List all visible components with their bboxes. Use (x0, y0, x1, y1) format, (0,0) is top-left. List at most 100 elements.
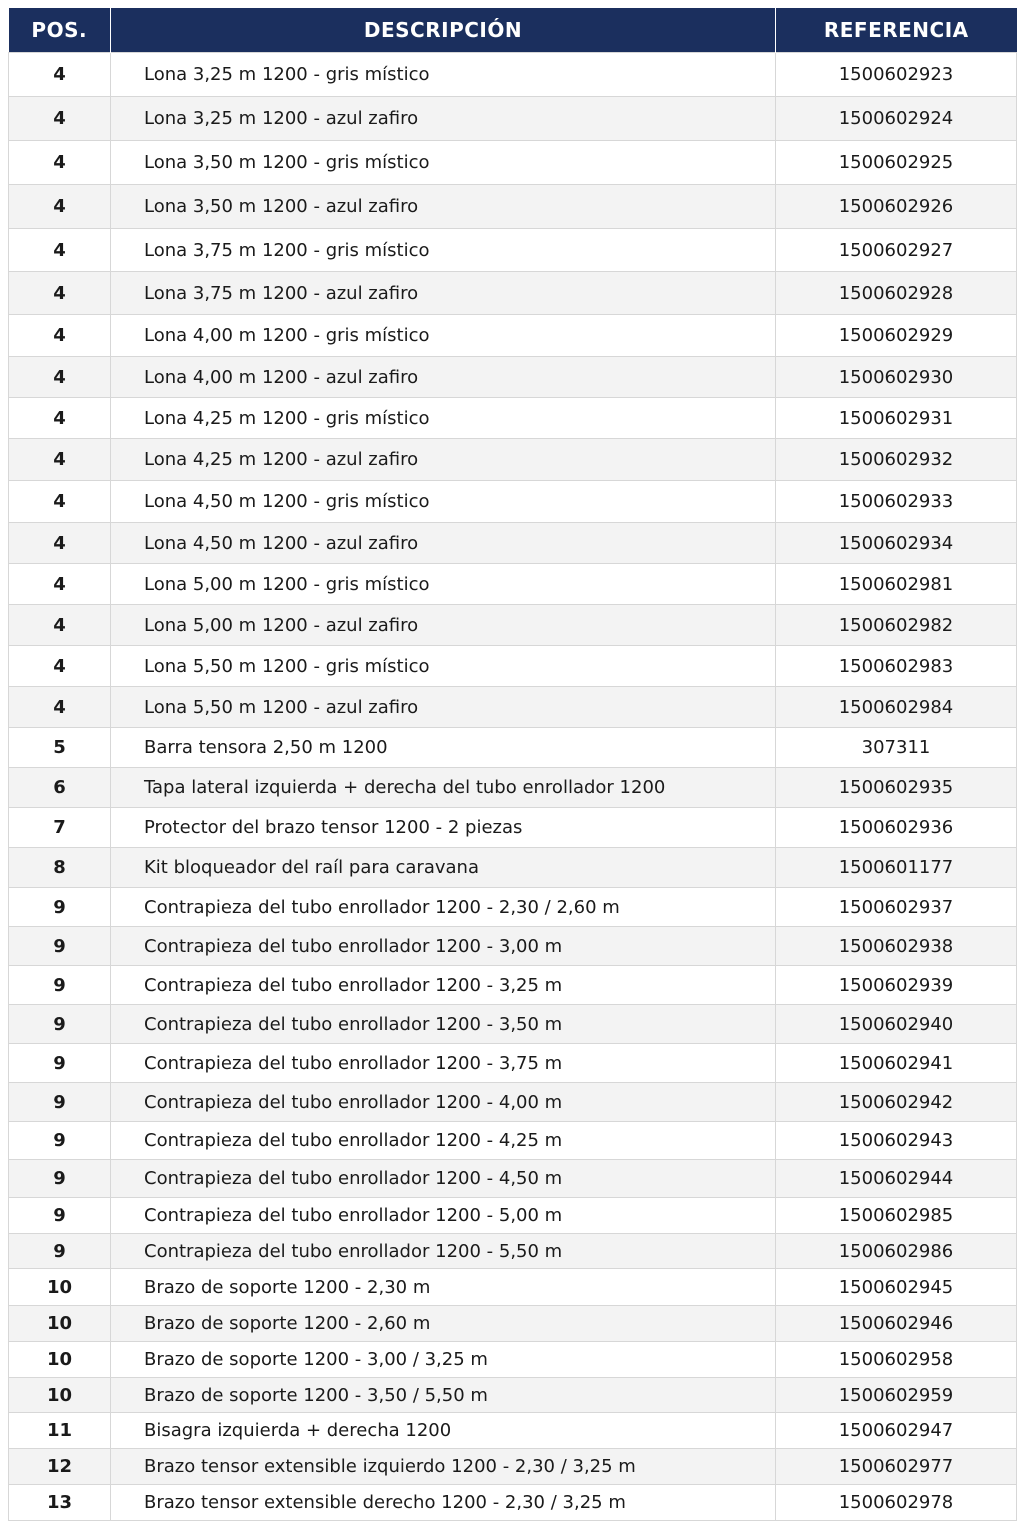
description-cell: Brazo de soporte 1200 - 3,00 / 3,25 m (110, 1341, 776, 1378)
table-row: 4 Lona 3,25 m 1200 - azul zafiro 150060292… (8, 96, 1017, 141)
pos-cell: 9 (8, 1121, 111, 1160)
table-body: 4 Lona 3,25 m 1200 - gris místico 15006029… (8, 52, 1017, 1521)
table-row: 10 Brazo de soporte 1200 - 2,60 m 15006029… (8, 1305, 1017, 1342)
pos-cell: 4 (8, 686, 111, 728)
pos-cell: 9 (8, 965, 111, 1005)
table-row: 12 Brazo tensor extensible izquierdo 1200… (8, 1448, 1017, 1485)
table-row: 11 Bisagra izquierda + derecha 1200 150060… (8, 1412, 1017, 1449)
table-row: 4 Lona 3,50 m 1200 - azul zafiro 150060292… (8, 184, 1017, 229)
description-cell: Contrapieza del tubo enrollador 1200 - 3… (110, 965, 776, 1005)
pos-cell: 4 (8, 52, 111, 97)
table-row: 4 Lona 4,50 m 1200 - azul zafiro 150060293… (8, 522, 1017, 564)
reference-cell: 1500602942 (775, 1082, 1017, 1122)
table-row: 7 Protector del brazo tensor 1200 - 2 pie… (8, 807, 1017, 848)
table-row: 4 Lona 3,75 m 1200 - gris místico 15006029… (8, 228, 1017, 272)
reference-cell: 1500602929 (775, 314, 1017, 357)
description-cell: Tapa lateral izquierda + derecha del tub… (110, 767, 776, 808)
pos-cell: 4 (8, 314, 111, 357)
description-cell: Brazo de soporte 1200 - 2,60 m (110, 1305, 776, 1342)
reference-cell: 1500602945 (775, 1268, 1017, 1306)
description-cell: Brazo tensor extensible derecho 1200 - 2… (110, 1484, 776, 1521)
reference-cell: 1500602933 (775, 480, 1017, 523)
description-cell: Contrapieza del tubo enrollador 1200 - 3… (110, 1004, 776, 1044)
pos-cell: 4 (8, 184, 111, 229)
pos-cell: 13 (8, 1484, 111, 1521)
reference-cell: 1500602959 (775, 1377, 1017, 1413)
reference-cell: 1500602927 (775, 228, 1017, 272)
description-cell: Lona 4,50 m 1200 - gris místico (110, 480, 776, 523)
table-row: 9 Contrapieza del tubo enrollador 1200 - … (8, 1197, 1017, 1234)
pos-cell: 4 (8, 480, 111, 523)
description-cell: Lona 3,75 m 1200 - azul zafiro (110, 271, 776, 315)
reference-cell: 1500602926 (775, 184, 1017, 229)
pos-cell: 4 (8, 96, 111, 141)
pos-cell: 10 (8, 1341, 111, 1378)
reference-cell: 1500602928 (775, 271, 1017, 315)
reference-cell: 1500602923 (775, 52, 1017, 97)
reference-cell: 1500602924 (775, 96, 1017, 141)
reference-cell: 1500602938 (775, 926, 1017, 966)
table-row: 9 Contrapieza del tubo enrollador 1200 - … (8, 1004, 1017, 1044)
reference-cell: 1500602925 (775, 140, 1017, 185)
pos-cell: 9 (8, 1197, 111, 1234)
table-row: 9 Contrapieza del tubo enrollador 1200 - … (8, 1233, 1017, 1269)
reference-cell: 1500602982 (775, 604, 1017, 646)
table-row: 6 Tapa lateral izquierda + derecha del tu… (8, 767, 1017, 808)
pos-cell: 7 (8, 807, 111, 848)
description-cell: Lona 5,00 m 1200 - azul zafiro (110, 604, 776, 646)
table-row: 4 Lona 3,75 m 1200 - azul zafiro 150060292… (8, 271, 1017, 315)
description-cell: Lona 5,50 m 1200 - azul zafiro (110, 686, 776, 728)
description-cell: Kit bloqueador del raíl para caravana (110, 847, 776, 888)
reference-cell: 1500602977 (775, 1448, 1017, 1485)
reference-cell: 1500602984 (775, 686, 1017, 728)
pos-cell: 10 (8, 1268, 111, 1306)
table-row: 4 Lona 5,00 m 1200 - gris místico 15006029… (8, 563, 1017, 605)
table-row: 4 Lona 5,00 m 1200 - azul zafiro 150060298… (8, 604, 1017, 646)
table-row: 4 Lona 3,50 m 1200 - gris místico 15006029… (8, 140, 1017, 185)
description-cell: Barra tensora 2,50 m 1200 (110, 727, 776, 768)
reference-cell: 1500602985 (775, 1197, 1017, 1234)
table-row: 9 Contrapieza del tubo enrollador 1200 - … (8, 887, 1017, 927)
pos-cell: 4 (8, 563, 111, 605)
description-cell: Lona 3,50 m 1200 - azul zafiro (110, 184, 776, 229)
pos-cell: 8 (8, 847, 111, 888)
pos-cell: 10 (8, 1305, 111, 1342)
table-row: 9 Contrapieza del tubo enrollador 1200 - … (8, 1043, 1017, 1083)
table-row: 9 Contrapieza del tubo enrollador 1200 - … (8, 926, 1017, 966)
description-cell: Brazo tensor extensible izquierdo 1200 -… (110, 1448, 776, 1485)
table-row: 10 Brazo de soporte 1200 - 2,30 m 15006029… (8, 1268, 1017, 1306)
pos-cell: 4 (8, 645, 111, 687)
description-cell: Lona 4,00 m 1200 - gris místico (110, 314, 776, 357)
pos-cell: 4 (8, 140, 111, 185)
pos-cell: 9 (8, 926, 111, 966)
reference-cell: 1500602930 (775, 356, 1017, 398)
description-cell: Contrapieza del tubo enrollador 1200 - 2… (110, 887, 776, 927)
table-row: 9 Contrapieza del tubo enrollador 1200 - … (8, 1159, 1017, 1198)
table-row: 4 Lona 3,25 m 1200 - gris místico 15006029… (8, 52, 1017, 97)
table-row: 10 Brazo de soporte 1200 - 3,00 / 3,25 m1… (8, 1341, 1017, 1378)
description-cell: Lona 3,25 m 1200 - azul zafiro (110, 96, 776, 141)
table-row: 4 Lona 5,50 m 1200 - azul zafiro 150060298… (8, 686, 1017, 728)
reference-cell: 1500602936 (775, 807, 1017, 848)
pos-cell: 10 (8, 1377, 111, 1413)
reference-cell: 1500602946 (775, 1305, 1017, 1342)
reference-cell: 1500602939 (775, 965, 1017, 1005)
reference-cell: 1500602943 (775, 1121, 1017, 1160)
description-cell: Brazo de soporte 1200 - 3,50 / 5,50 m (110, 1377, 776, 1413)
pos-cell: 9 (8, 887, 111, 927)
pos-cell: 4 (8, 271, 111, 315)
description-cell: Contrapieza del tubo enrollador 1200 - 3… (110, 926, 776, 966)
pos-cell: 4 (8, 397, 111, 439)
header-descripcion: DESCRIPCIÓN (110, 8, 776, 53)
reference-cell: 1500602958 (775, 1341, 1017, 1378)
description-cell: Lona 4,25 m 1200 - azul zafiro (110, 438, 776, 481)
reference-cell: 1500602983 (775, 645, 1017, 687)
parts-table-container: POS. DESCRIPCIÓN REFERENCIA 4 Lona 3,25 m… (8, 8, 1017, 1521)
description-cell: Brazo de soporte 1200 - 2,30 m (110, 1268, 776, 1306)
header-referencia: REFERENCIA (775, 8, 1017, 53)
reference-cell: 1500602934 (775, 522, 1017, 564)
pos-cell: 4 (8, 522, 111, 564)
table-row: 9 Contrapieza del tubo enrollador 1200 - … (8, 1082, 1017, 1122)
pos-cell: 11 (8, 1412, 111, 1449)
table-row: 9 Contrapieza del tubo enrollador 1200 - … (8, 965, 1017, 1005)
